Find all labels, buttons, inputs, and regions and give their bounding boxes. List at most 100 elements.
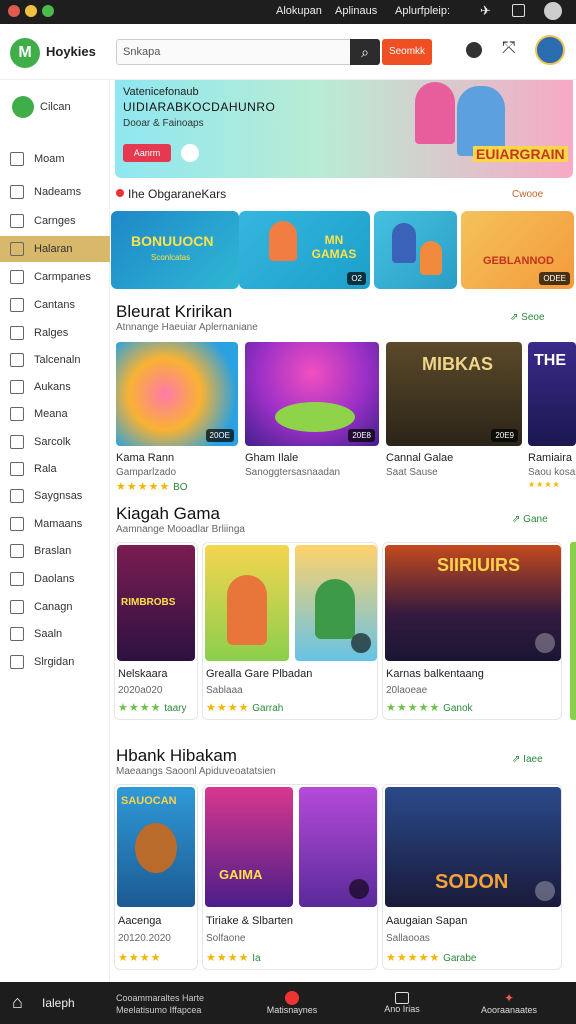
window-icon[interactable] [512, 4, 525, 17]
game-thumbnail: SODON [385, 787, 561, 907]
game-tile[interactable]: THE Ramiaira Saou kosan ★★★★ [528, 342, 576, 492]
rating-stars: ★★★★ [528, 480, 561, 489]
sidebar-item[interactable]: Meana [0, 401, 110, 427]
sidebar-item[interactable]: Slrgidan [0, 649, 110, 675]
notification-icon[interactable] [466, 42, 482, 58]
sidebar-item[interactable]: Saygnsas [0, 483, 110, 509]
featured-card-sub: Sconlcatas [151, 253, 191, 262]
search-button[interactable]: Seomkk [382, 39, 432, 65]
see-more-label: Seoe [521, 312, 545, 323]
hero-banner[interactable]: Vatenicefonaub UIDIARABKOCDAHUNRO Dooar … [115, 80, 573, 178]
game-name: Kama Rann [116, 452, 175, 464]
sidebar-item[interactable]: Ralges [0, 320, 110, 346]
titlebar-item-1[interactable]: Alokupan [276, 5, 322, 17]
section-see-more-link[interactable]: ⇗ Seoe [510, 312, 545, 323]
game-thumbnail [205, 545, 289, 661]
game-card[interactable]: RIMBROBS Nelskaara 2020a020 ★★★★ taary [114, 542, 198, 720]
minimize-window-button[interactable] [25, 5, 37, 17]
avatar[interactable] [535, 35, 565, 65]
game-card[interactable]: GAIMA Tiriake & Slbarten Solfaone ★★★★ I… [202, 784, 378, 970]
sidebar-top-label[interactable]: Cilcan [40, 101, 71, 113]
game-name: Gham Ilale [245, 452, 299, 464]
section-see-more-link[interactable]: ⇗ Iaee [512, 754, 543, 765]
featured-card-1[interactable]: BONUUOCN Sconlcatas [111, 211, 239, 289]
game-card[interactable]: SAUOCAN Aacenga 20120.2020 ★★★★ [114, 784, 198, 970]
sidebar-item[interactable]: Nadeams [0, 179, 110, 205]
game-badge: 20E9 [491, 429, 518, 442]
bottom-nav-item[interactable]: Ano Irias [372, 982, 432, 1024]
game-card[interactable]: SODON Aaugaian Sapan Sallaooas ★★★★★ Gar… [382, 784, 562, 970]
screen-icon [395, 992, 409, 1004]
close-window-button[interactable] [8, 5, 20, 17]
sidebar-item[interactable]: Daolans [0, 566, 110, 592]
bottom-info-line1: Cooammaraltes Harte [116, 993, 205, 1003]
sidebar-item[interactable]: Mamaans [0, 511, 110, 537]
window-titlebar: Alokupan Aplinaus Aplurfpleip: ✈ [0, 0, 576, 24]
featured-card-4[interactable]: GEBLANNOD ODEE [461, 211, 574, 289]
sidebar-item[interactable]: Moam [0, 146, 110, 172]
checkbox-icon [10, 544, 24, 558]
sidebar-item[interactable]: Braslan [0, 538, 110, 564]
sidebar-item[interactable]: Canagn [0, 594, 110, 620]
grid-icon [10, 185, 24, 199]
sidebar-item[interactable]: Sarcolk [0, 429, 110, 455]
sidebar-item[interactable]: Cantans [0, 292, 110, 318]
sidebar-item-label: Halaran [34, 243, 73, 255]
main-content: Vatenicefonaub UIDIARABKOCDAHUNRO Dooar … [110, 80, 576, 982]
sidebar-item[interactable]: Halaran [0, 236, 110, 262]
play-icon[interactable] [535, 881, 555, 901]
hero-button[interactable]: Aanrm [123, 144, 171, 162]
hero-line: Dooar & Fainoaps [123, 118, 204, 129]
brand-logo[interactable]: M [10, 38, 40, 68]
game-tile[interactable]: 20E8 Gham Ilale Sanoggtersasnaadan [245, 342, 379, 492]
section-see-more-link[interactable]: ⇗ Gane [512, 514, 548, 525]
titlebar-item-2[interactable]: Aplinaus [335, 5, 377, 17]
play-icon[interactable] [535, 633, 555, 653]
play-icon[interactable] [351, 633, 371, 653]
sidebar-item-label: Saaln [34, 628, 63, 640]
sidebar-item[interactable]: Aukans [0, 374, 110, 400]
search-icon[interactable]: ⌕ [350, 39, 380, 65]
doc-icon [10, 572, 24, 586]
maximize-window-button[interactable] [42, 5, 54, 17]
game-meta: 20120.2020 [118, 933, 171, 944]
search-placeholder: Snkapa [123, 46, 161, 58]
search-input[interactable]: Snkapa [116, 39, 352, 65]
game-thumbnail: THE [528, 342, 576, 446]
game-thumbnail: SAUOCAN [117, 787, 195, 907]
sidebar-item[interactable]: Talcenaln [0, 347, 110, 373]
bottom-home-label[interactable]: Ialeph [42, 996, 75, 1010]
sidebar-item-label: Carnges [34, 215, 76, 227]
chat-icon[interactable] [181, 144, 199, 162]
sidebar-item[interactable]: Carnges [0, 208, 110, 234]
featured-character-art-2 [420, 241, 442, 275]
sidebar-item[interactable]: Carmpanes [0, 264, 110, 290]
live-dot-icon [116, 189, 124, 197]
home-icon[interactable]: ⌂ [12, 992, 23, 1013]
game-card[interactable]: Grealla Gare Plbadan Sablaaa ★★★★ Garrah [202, 542, 378, 720]
folder-icon [10, 270, 24, 284]
featured-card-3[interactable] [374, 211, 457, 289]
next-card-peek[interactable] [570, 542, 576, 720]
section-subtitle: Atnnange Haeuiar Aplernaniane [116, 322, 258, 333]
share-icon[interactable]: ⤧ [502, 38, 516, 58]
game-tile[interactable]: 20OE Kama Rann Gamparlzado ★★★★★ BO [116, 342, 238, 493]
game-thumbnail: MIBKAS 20E9 [386, 342, 522, 446]
game-tile[interactable]: MIBKAS 20E9 Cannal Galae Saat Sause [386, 342, 522, 492]
game-meta: Sallaooas [386, 933, 430, 944]
sidebar-item[interactable]: Saaln [0, 621, 110, 647]
sidebar-item[interactable]: Rala [0, 456, 110, 482]
arrow-icon: ⇗ [510, 312, 522, 323]
featured-more-link[interactable]: Cwooe [512, 189, 543, 200]
bottom-nav-item[interactable]: Matisnaynes [262, 982, 322, 1024]
pin-icon[interactable]: ✈ [480, 3, 491, 19]
account-icon[interactable] [544, 2, 562, 20]
game-card[interactable]: SIIRIUIRS Karnas balkentaang 20laoeae ★★… [382, 542, 562, 720]
featured-card-2[interactable]: MN GAMAS O2 [239, 211, 370, 289]
bottom-nav-item[interactable]: ✦ Aooraanaates [474, 982, 544, 1024]
game-name: Ramiaira [528, 452, 573, 464]
play-icon[interactable] [349, 879, 369, 899]
hero-subtitle: UIDIARABKOCDAHUNRO [123, 100, 276, 114]
sidebar-item-label: Moam [34, 153, 65, 165]
titlebar-item-3[interactable]: Aplurfpleip: [395, 5, 450, 17]
